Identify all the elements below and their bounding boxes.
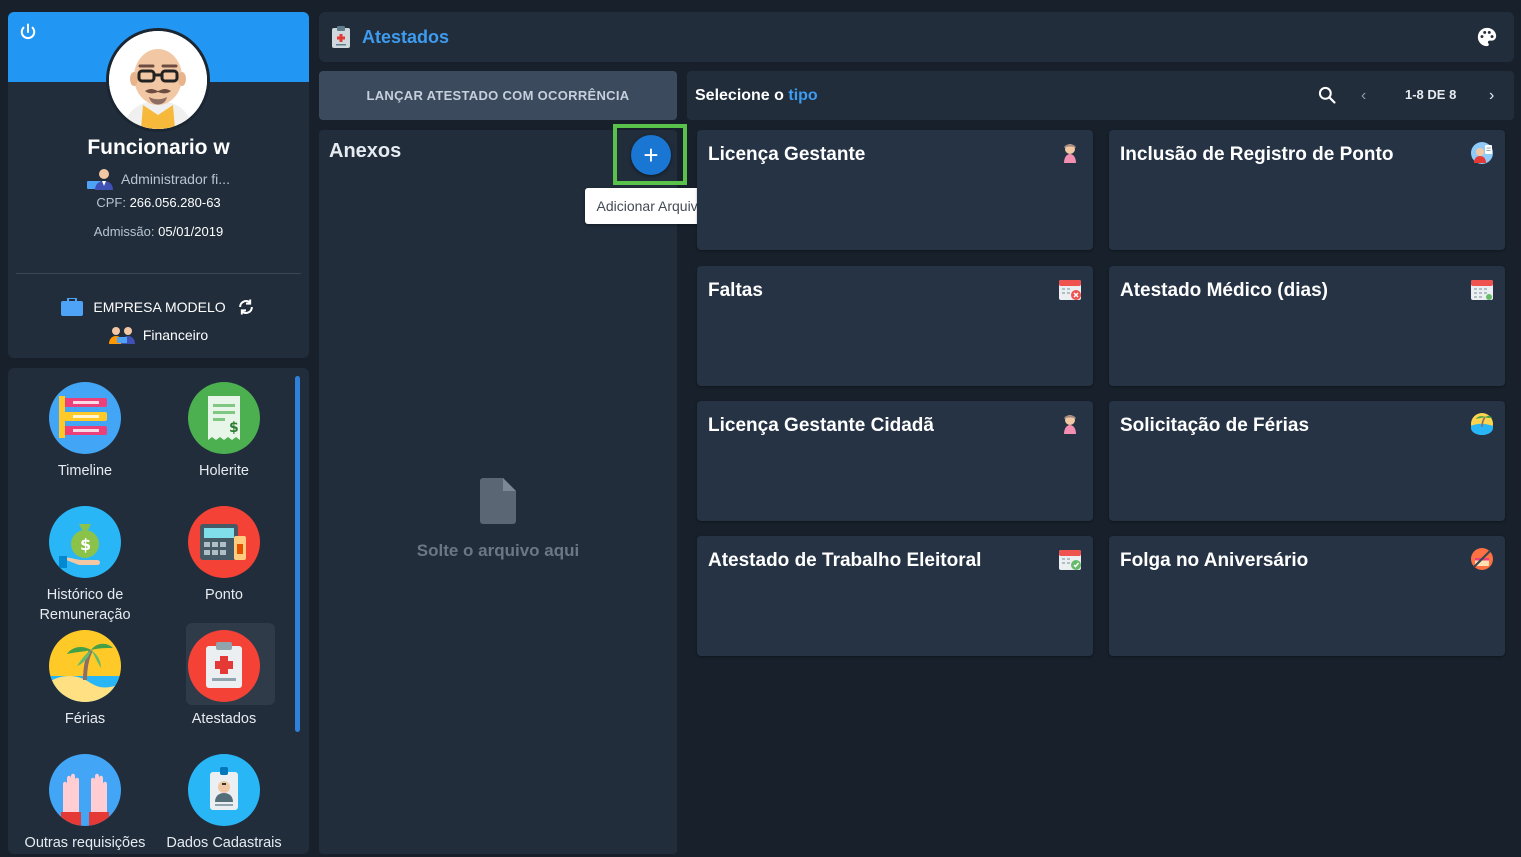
menu-item-historico-remuneracao[interactable]: $ Histórico de Remuneração [15,506,155,625]
page-header: Atestados [319,12,1514,62]
profile-divider [16,273,301,274]
svg-text:$: $ [229,420,239,436]
time-clock-icon [188,506,260,578]
admission-label: Admissão: [93,224,155,239]
type-card-inclusao-registro-ponto[interactable]: Inclusão de Registro de Ponto [1109,130,1505,250]
menu-label: Férias [64,711,106,727]
menu-item-holerite[interactable]: $ Holerite [154,382,294,481]
type-selector-title: Selecione o tipo [695,87,818,105]
type-card-folga-aniversario[interactable]: Folga no Aniversário [1109,536,1505,656]
next-page-button[interactable]: › [1489,87,1494,105]
menu-label: Ponto [205,587,243,603]
payslip-icon: $ [188,382,260,454]
type-card-title: Licença Gestante [708,144,866,165]
prev-page-button[interactable]: ‹ [1361,87,1366,105]
menu-item-dados-cadastrais[interactable]: Dados Cadastrais [154,754,294,853]
profile-card: Funcionario w Administrador fi... CPF: 2… [8,12,309,358]
profile-admission: Admissão: 05/01/2019 [8,224,309,239]
menu-label: Holerite [199,463,249,479]
power-icon[interactable] [18,22,38,42]
type-card-title: Folga no Aniversário [1120,550,1309,571]
calendar-absence-icon [1059,280,1081,300]
clock-register-icon [1471,142,1493,164]
search-icon[interactable] [1317,85,1337,105]
type-card-atestado-medico[interactable]: Atestado Médico (dias) [1109,266,1505,386]
type-card-title: Inclusão de Registro de Ponto [1120,144,1394,165]
drop-zone-text: Solte o arquivo aqui [416,541,580,560]
title-highlight: tipo [788,86,818,104]
type-card-faltas[interactable]: Faltas [697,266,1093,386]
menu-label: Outras requisições [24,835,146,851]
beach-icon [49,630,121,702]
type-card-title: Atestado de Trabalho Eleitoral [708,550,982,571]
menu-item-ponto[interactable]: Ponto [154,506,294,605]
profile-company: EMPRESA MODELO [8,297,309,317]
team-icon [108,327,135,344]
id-badge-icon [188,754,260,826]
menu-label: Atestados [191,711,257,727]
launch-certificate-button[interactable]: LANÇAR ATESTADO COM OCORRÊNCIA [319,71,677,120]
menu-item-timeline[interactable]: Timeline [15,382,155,481]
pregnant-woman-icon [1064,415,1076,434]
department-name: Financeiro [142,327,209,343]
type-card-title: Atestado Médico (dias) [1120,280,1328,301]
admin-user-icon [87,169,114,190]
type-card-title: Faltas [708,280,763,301]
menu-label: Timeline [57,463,113,479]
attachments-title: Anexos [329,140,402,162]
menu-label: Dados Cadastrais [166,835,282,851]
cpf-value: 266.056.280-63 [129,195,221,210]
svg-text:$: $ [80,535,91,554]
pregnant-woman-icon [1064,144,1076,163]
profile-cpf: CPF: 266.056.280-63 [8,195,309,210]
type-card-title: Solicitação de Férias [1120,415,1310,436]
type-card-licenca-gestante[interactable]: Licença Gestante [697,130,1093,250]
type-card-atestado-trabalho-eleitoral[interactable]: Atestado de Trabalho Eleitoral [697,536,1093,656]
page-title: Atestados [362,26,450,47]
menu-item-outras-requisicoes[interactable]: Outras requisições [15,754,155,853]
clipboard-icon [188,630,260,702]
menu-scrollbar[interactable] [295,376,300,732]
admission-value: 05/01/2019 [158,224,224,239]
briefcase-icon [61,298,84,316]
menu-item-ferias[interactable]: Férias [15,630,155,729]
cpf-label: CPF: [96,195,126,210]
clipboard-icon [332,26,350,48]
calendar-vote-icon [1059,550,1081,570]
pagination-label: 1-8 DE 8 [1405,87,1457,102]
calendar-medical-icon [1471,280,1493,300]
add-file-button[interactable]: + [631,135,671,175]
raised-hands-icon [49,754,121,826]
avatar [106,28,210,132]
type-selector-header: Selecione o tipo ‹ 1-8 DE 8 › [687,71,1514,120]
module-menu: Timeline $ Holerite $ Histórico de Remun… [8,368,309,854]
attachments-panel: Anexos Solte o arquivo aqui [319,130,677,854]
timeline-icon [49,382,121,454]
type-card-licenca-gestante-cidada[interactable]: Licença Gestante Cidadã [697,401,1093,521]
profile-role-text: Administrador fi... [121,171,230,187]
type-card-title: Licença Gestante Cidadã [708,415,934,436]
profile-role: Administrador fi... [8,168,309,190]
profile-name: Funcionario w [87,136,230,159]
money-bag-icon: $ [49,506,121,578]
birthday-icon [1471,548,1493,570]
refresh-icon[interactable] [236,297,256,317]
company-name: EMPRESA MODELO [93,299,226,315]
title-prefix: Selecione o [695,86,784,104]
palette-icon[interactable] [1476,26,1498,48]
type-card-solicitacao-ferias[interactable]: Solicitação de Férias [1109,401,1505,521]
beach-ball-icon [1471,413,1493,435]
menu-label: Histórico de Remuneração [39,587,131,623]
file-icon [480,478,516,524]
menu-item-atestados[interactable]: Atestados [154,623,294,729]
file-drop-zone[interactable]: Solte o arquivo aqui [319,478,677,561]
profile-department: Financeiro [8,326,309,344]
